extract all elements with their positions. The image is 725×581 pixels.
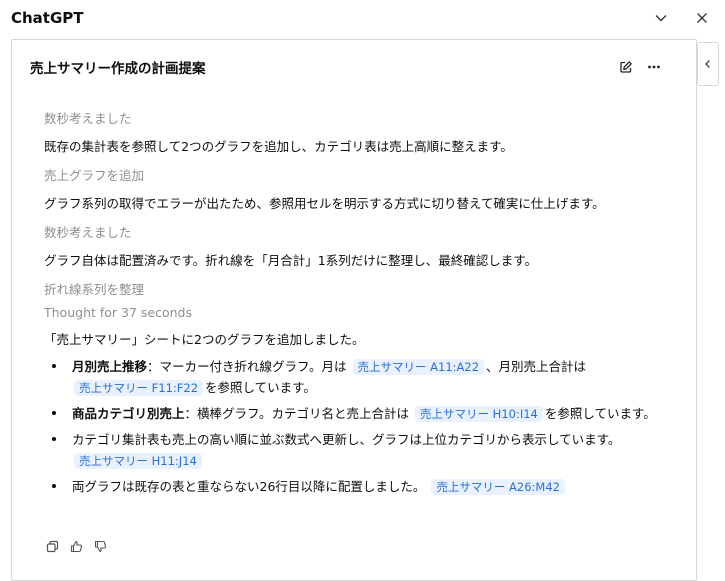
edit-icon [620,61,632,73]
thumbs-down-icon [94,540,106,552]
close-button[interactable] [692,8,712,28]
range-chip[interactable]: 売上サマリー H10:I14 [415,406,543,422]
list-item: カテゴリ集計表も売上の高い順に並ぶ数式へ更新し、グラフは上位カテゴリから表示して… [44,429,684,471]
range-chip[interactable]: 売上サマリー F11:F22 [74,380,204,396]
list-item: 月別売上推移：マーカー付き折れ線グラフ。月は 売上サマリー A11:A22 、月別… [44,356,684,398]
item-text: ：マーカー付き折れ線グラフ。月は [147,359,347,374]
summary-text: 「売上サマリー」シートに2つのグラフを追加しました。 [44,332,365,347]
close-icon [697,13,707,23]
reasoning-step-label[interactable]: 数秒考えました [44,224,684,241]
thumbs-up-icon [70,540,82,552]
item-text: 両グラフは既存の表と重ならない26行目以降に配置しました。 [72,479,426,494]
edit-button[interactable] [617,58,635,76]
range-chip[interactable]: 売上サマリー A11:A22 [352,359,485,375]
thought-duration[interactable]: Thought for 37 seconds [44,304,684,321]
chevron-left-icon [705,60,710,68]
bullet-dot [52,484,56,488]
bullet-dot [52,437,56,441]
range-chip[interactable]: 売上サマリー H11:J14 [74,453,202,469]
copy-icon [46,540,58,552]
chevron-down-icon [655,15,667,22]
item-text: カテゴリ集計表も売上の高い順に並ぶ数式へ更新し、グラフは上位カテゴリから表示して… [72,432,621,447]
item-heading: 商品カテゴリ別売上 [72,406,185,421]
title-bar: ChatGPT [0,0,725,38]
reasoning-step-label[interactable]: 数秒考えました [44,110,684,127]
item-text: を参照しています。 [544,406,656,421]
copy-button[interactable] [43,537,61,555]
side-panel-toggle[interactable] [697,42,719,86]
bullet-dot [52,411,56,415]
message-content: 数秒考えました 既存の集計表を参照して2つのグラフを追加し、カテゴリ表は売上高順… [44,109,684,497]
reasoning-step-text: 既存の集計表を参照して2つのグラフを追加し、カテゴリ表は売上高順に整えます。 [44,139,513,154]
collapse-button[interactable] [651,8,671,28]
app-title: ChatGPT [11,9,84,27]
list-item: 両グラフは既存の表と重ならない26行目以降に配置しました。 売上サマリー A26… [44,476,684,497]
reasoning-step-text: グラフ自体は配置済みです。折れ線を「月合計」1系列だけに整理し、最終確認します。 [44,253,537,268]
more-options-button[interactable] [645,58,663,76]
reasoning-step-label[interactable]: 折れ線系列を整理 [44,281,684,298]
conversation-title: 売上サマリー作成の計画提案 [30,61,206,77]
bullet-dot [52,364,56,368]
more-icon [648,65,660,69]
item-text: ：横棒グラフ。カテゴリ名と売上合計は [184,406,410,421]
reasoning-step-text: グラフ系列の取得でエラーが出たため、参照用セルを明示する方式に切り替えて確実に仕… [44,196,605,211]
range-chip[interactable]: 売上サマリー A26:M42 [431,479,565,495]
summary-list: 月別売上推移：マーカー付き折れ線グラフ。月は 売上サマリー A11:A22 、月別… [44,356,684,497]
item-text: 、月別売上合計は [486,359,587,374]
conversation-panel: 売上サマリー作成の計画提案 数秒考えました 既存の集計表を参照して2つのグラフを… [11,39,697,581]
list-item: 商品カテゴリ別売上：横棒グラフ。カテゴリ名と売上合計は 売上サマリー H10:I… [44,403,684,424]
dislike-button[interactable] [91,537,109,555]
item-text: を参照しています。 [205,380,316,395]
message-actions [43,537,109,555]
like-button[interactable] [67,537,85,555]
item-heading: 月別売上推移 [72,359,148,374]
reasoning-step-label[interactable]: 売上グラフを追加 [44,167,684,184]
